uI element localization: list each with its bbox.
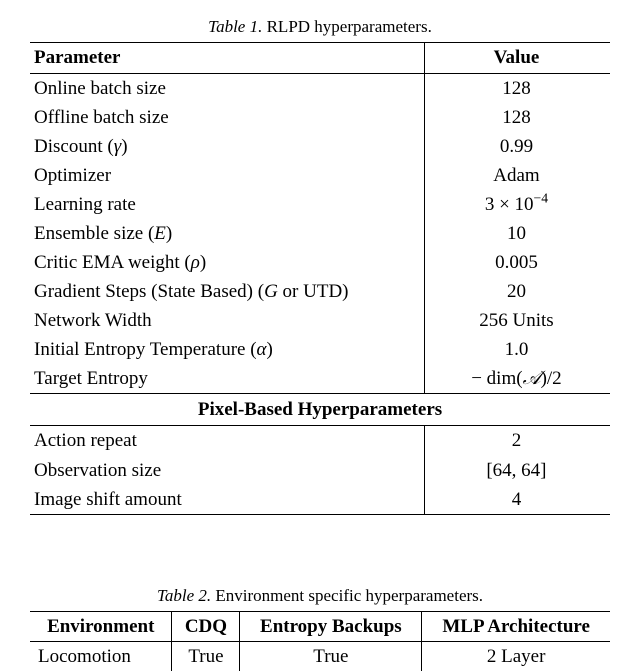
table-row: Initial Entropy Temperature (α) 1.0 xyxy=(30,335,610,364)
table1-caption: Table 1. RLPD hyperparameters. xyxy=(30,16,610,38)
param-cell: Action repeat xyxy=(30,426,424,456)
value-cell: 4 xyxy=(424,485,610,515)
table-row: Target Entropy − dim(𝒜)/2 xyxy=(30,364,610,394)
table-row: Critic EMA weight (ρ) 0.005 xyxy=(30,248,610,277)
table1-header-value: Value xyxy=(424,43,610,73)
mlp-cell: 2 Layer xyxy=(422,642,610,671)
table-row: Optimizer Adam xyxy=(30,161,610,190)
table1: Parameter Value Online batch size 128 Of… xyxy=(30,42,610,514)
table-row: Action repeat 2 xyxy=(30,426,610,456)
param-cell: Target Entropy xyxy=(30,364,424,394)
table2-header-cdq: CDQ xyxy=(172,612,240,642)
table1-pixel-section-title: Pixel-Based Hyperparameters xyxy=(30,394,610,426)
table2-caption-text: Environment specific hyperparameters. xyxy=(211,586,483,605)
param-cell: Critic EMA weight (ρ) xyxy=(30,248,424,277)
value-cell: 3 × 10−4 xyxy=(424,190,610,219)
table1-caption-text: RLPD hyperparameters. xyxy=(262,17,431,36)
table-row: Discount (γ) 0.99 xyxy=(30,132,610,161)
table2-header-row: Environment CDQ Entropy Backups MLP Arch… xyxy=(30,612,610,642)
param-cell: Gradient Steps (State Based) (G or UTD) xyxy=(30,277,424,306)
table1-caption-prefix: Table 1. xyxy=(208,17,262,36)
table2: Environment CDQ Entropy Backups MLP Arch… xyxy=(30,611,610,671)
table2-caption: Table 2. Environment specific hyperparam… xyxy=(30,585,610,607)
param-cell: Initial Entropy Temperature (α) xyxy=(30,335,424,364)
value-cell: 10 xyxy=(424,219,610,248)
table1-header-param: Parameter xyxy=(30,43,424,73)
value-cell: 0.005 xyxy=(424,248,610,277)
cdq-cell: True xyxy=(172,642,240,671)
table-row: Learning rate 3 × 10−4 xyxy=(30,190,610,219)
param-cell: Network Width xyxy=(30,306,424,335)
value-cell: 128 xyxy=(424,73,610,103)
table-row: Offline batch size 128 xyxy=(30,103,610,132)
table2-caption-prefix: Table 2. xyxy=(157,586,211,605)
param-cell: Online batch size xyxy=(30,73,424,103)
value-cell: 0.99 xyxy=(424,132,610,161)
table-row: Image shift amount 4 xyxy=(30,485,610,515)
param-cell: Discount (γ) xyxy=(30,132,424,161)
value-cell: Adam xyxy=(424,161,610,190)
param-cell: Learning rate xyxy=(30,190,424,219)
table-row: Network Width 256 Units xyxy=(30,306,610,335)
value-cell: 1.0 xyxy=(424,335,610,364)
table-row: Observation size [64, 64] xyxy=(30,456,610,485)
table2-header-env: Environment xyxy=(30,612,172,642)
value-cell: [64, 64] xyxy=(424,456,610,485)
table-row: Ensemble size (E) 10 xyxy=(30,219,610,248)
param-cell: Image shift amount xyxy=(30,485,424,515)
vertical-spacer xyxy=(30,515,610,585)
param-cell: Offline batch size xyxy=(30,103,424,132)
value-cell: 20 xyxy=(424,277,610,306)
param-cell: Ensemble size (E) xyxy=(30,219,424,248)
table-row: Locomotion True True 2 Layer xyxy=(30,642,610,671)
table1-pixel-section-row: Pixel-Based Hyperparameters xyxy=(30,394,610,426)
table-row: Online batch size 128 xyxy=(30,73,610,103)
value-cell: 256 Units xyxy=(424,306,610,335)
param-cell: Optimizer xyxy=(30,161,424,190)
table1-header-row: Parameter Value xyxy=(30,43,610,73)
ent-cell: True xyxy=(240,642,422,671)
value-cell: 128 xyxy=(424,103,610,132)
table-row: Gradient Steps (State Based) (G or UTD) … xyxy=(30,277,610,306)
param-cell: Observation size xyxy=(30,456,424,485)
table2-header-ent: Entropy Backups xyxy=(240,612,422,642)
table2-header-mlp: MLP Architecture xyxy=(422,612,610,642)
value-cell: 2 xyxy=(424,426,610,456)
env-cell: Locomotion xyxy=(30,642,172,671)
value-cell: − dim(𝒜)/2 xyxy=(424,364,610,394)
